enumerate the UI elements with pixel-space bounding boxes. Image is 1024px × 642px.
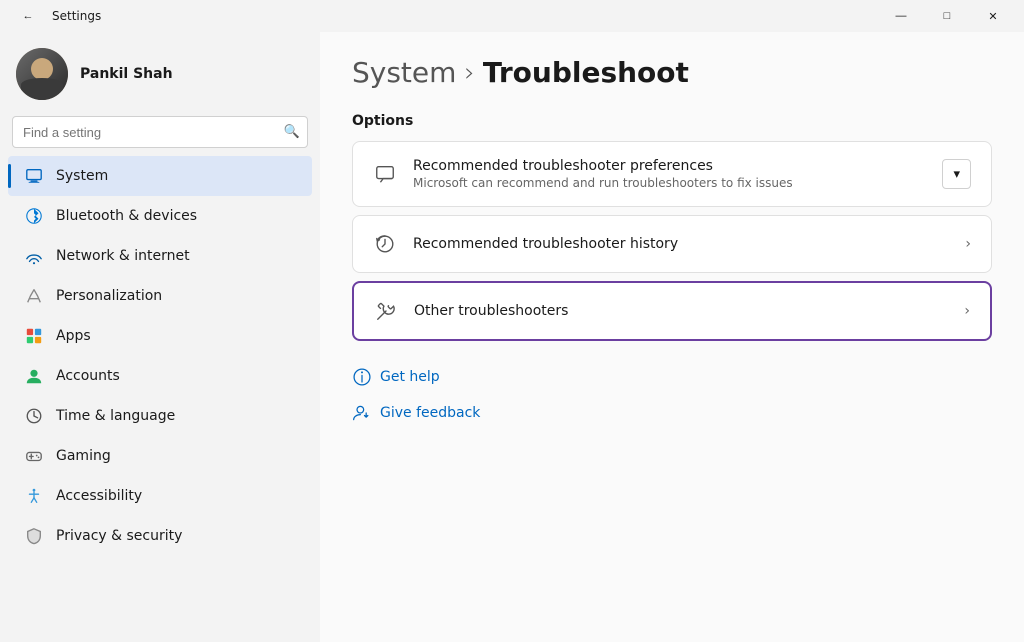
wrench-icon <box>374 299 398 323</box>
sidebar-item-label-system: System <box>56 168 108 184</box>
card-item-text-other: Other troubleshooters <box>414 303 948 319</box>
sidebar-item-network[interactable]: Network & internet <box>8 236 312 276</box>
time-icon <box>24 406 44 426</box>
right-panel: System › Troubleshoot Options Recommende… <box>320 32 1024 642</box>
sidebar-item-system[interactable]: System <box>8 156 312 196</box>
card-action-other: › <box>964 303 970 319</box>
sidebar-item-label-apps: Apps <box>56 328 91 344</box>
sidebar-item-label-privacy: Privacy & security <box>56 528 182 544</box>
network-icon <box>24 246 44 266</box>
breadcrumb: System › Troubleshoot <box>352 56 992 89</box>
sidebar-item-personalization[interactable]: Personalization <box>8 276 312 316</box>
card-action-prefs: ▾ <box>942 159 971 189</box>
title-bar: ← Settings — □ ✕ <box>0 0 1024 32</box>
card-item-recommended-prefs[interactable]: Recommended troubleshooter preferences M… <box>353 142 991 206</box>
sidebar-item-label-accessibility: Accessibility <box>56 488 142 504</box>
card-recommended-history: Recommended troubleshooter history › <box>352 215 992 273</box>
sidebar-item-label-bluetooth: Bluetooth & devices <box>56 208 197 224</box>
sidebar-item-privacy[interactable]: Privacy & security <box>8 516 312 556</box>
chevron-right-icon-history: › <box>965 236 971 252</box>
back-button[interactable]: ← <box>12 0 44 32</box>
sidebar-item-label-personalization: Personalization <box>56 288 162 304</box>
section-options-label: Options <box>352 113 992 129</box>
search-icon: 🔍 <box>284 125 300 140</box>
links-section: Get help Give feedback <box>352 361 992 429</box>
give-feedback-icon <box>352 403 372 423</box>
sidebar-item-bluetooth[interactable]: Bluetooth & devices <box>8 196 312 236</box>
sidebar-item-gaming[interactable]: Gaming <box>8 436 312 476</box>
breadcrumb-parent[interactable]: System <box>352 56 456 89</box>
main-content: Pankil Shah 🔍 System <box>0 32 1024 642</box>
user-profile[interactable]: Pankil Shah <box>0 32 320 116</box>
avatar <box>16 48 68 100</box>
card-title-other: Other troubleshooters <box>414 303 948 319</box>
title-bar-left: ← Settings <box>12 0 101 32</box>
maximize-button[interactable]: □ <box>924 0 970 32</box>
card-title-prefs: Recommended troubleshooter preferences <box>413 158 926 174</box>
card-action-history: › <box>965 236 971 252</box>
card-item-history[interactable]: Recommended troubleshooter history › <box>353 216 991 272</box>
chevron-right-icon-other: › <box>964 303 970 319</box>
sidebar-item-accounts[interactable]: Accounts <box>8 356 312 396</box>
sidebar-item-apps[interactable]: Apps <box>8 316 312 356</box>
card-item-text-history: Recommended troubleshooter history <box>413 236 949 252</box>
breadcrumb-current: Troubleshoot <box>483 56 689 89</box>
gaming-icon <box>24 446 44 466</box>
search-input[interactable] <box>12 116 308 148</box>
apps-icon <box>24 326 44 346</box>
personalization-icon <box>24 286 44 306</box>
chevron-down-icon: ▾ <box>953 166 960 182</box>
accessibility-icon <box>24 486 44 506</box>
breadcrumb-separator: › <box>464 58 474 88</box>
get-help-icon <box>352 367 372 387</box>
sidebar-item-label-network: Network & internet <box>56 248 190 264</box>
close-button[interactable]: ✕ <box>970 0 1016 32</box>
card-item-other[interactable]: Other troubleshooters › <box>354 283 990 339</box>
sidebar-item-time[interactable]: Time & language <box>8 396 312 436</box>
accounts-icon <box>24 366 44 386</box>
give-feedback-label: Give feedback <box>380 405 480 421</box>
card-other-troubleshooters: Other troubleshooters › <box>352 281 992 341</box>
sidebar-item-label-gaming: Gaming <box>56 448 111 464</box>
give-feedback-link[interactable]: Give feedback <box>352 397 992 429</box>
chat-bubble-icon <box>373 162 397 186</box>
minimize-button[interactable]: — <box>878 0 924 32</box>
privacy-icon <box>24 526 44 546</box>
card-subtitle-prefs: Microsoft can recommend and run troubles… <box>413 176 926 190</box>
dropdown-button-prefs[interactable]: ▾ <box>942 159 971 189</box>
card-recommended-prefs: Recommended troubleshooter preferences M… <box>352 141 992 207</box>
card-title-history: Recommended troubleshooter history <box>413 236 949 252</box>
search-box: 🔍 <box>12 116 308 148</box>
bluetooth-icon <box>24 206 44 226</box>
history-icon <box>373 232 397 256</box>
get-help-link[interactable]: Get help <box>352 361 992 393</box>
get-help-label: Get help <box>380 369 440 385</box>
sidebar-item-label-accounts: Accounts <box>56 368 120 384</box>
user-name: Pankil Shah <box>80 66 173 82</box>
sidebar: Pankil Shah 🔍 System <box>0 32 320 642</box>
card-item-text-prefs: Recommended troubleshooter preferences M… <box>413 158 926 190</box>
sidebar-item-accessibility[interactable]: Accessibility <box>8 476 312 516</box>
app-title: Settings <box>52 9 101 23</box>
window-controls: — □ ✕ <box>878 0 1016 32</box>
sidebar-item-label-time: Time & language <box>56 408 175 424</box>
system-icon <box>24 166 44 186</box>
